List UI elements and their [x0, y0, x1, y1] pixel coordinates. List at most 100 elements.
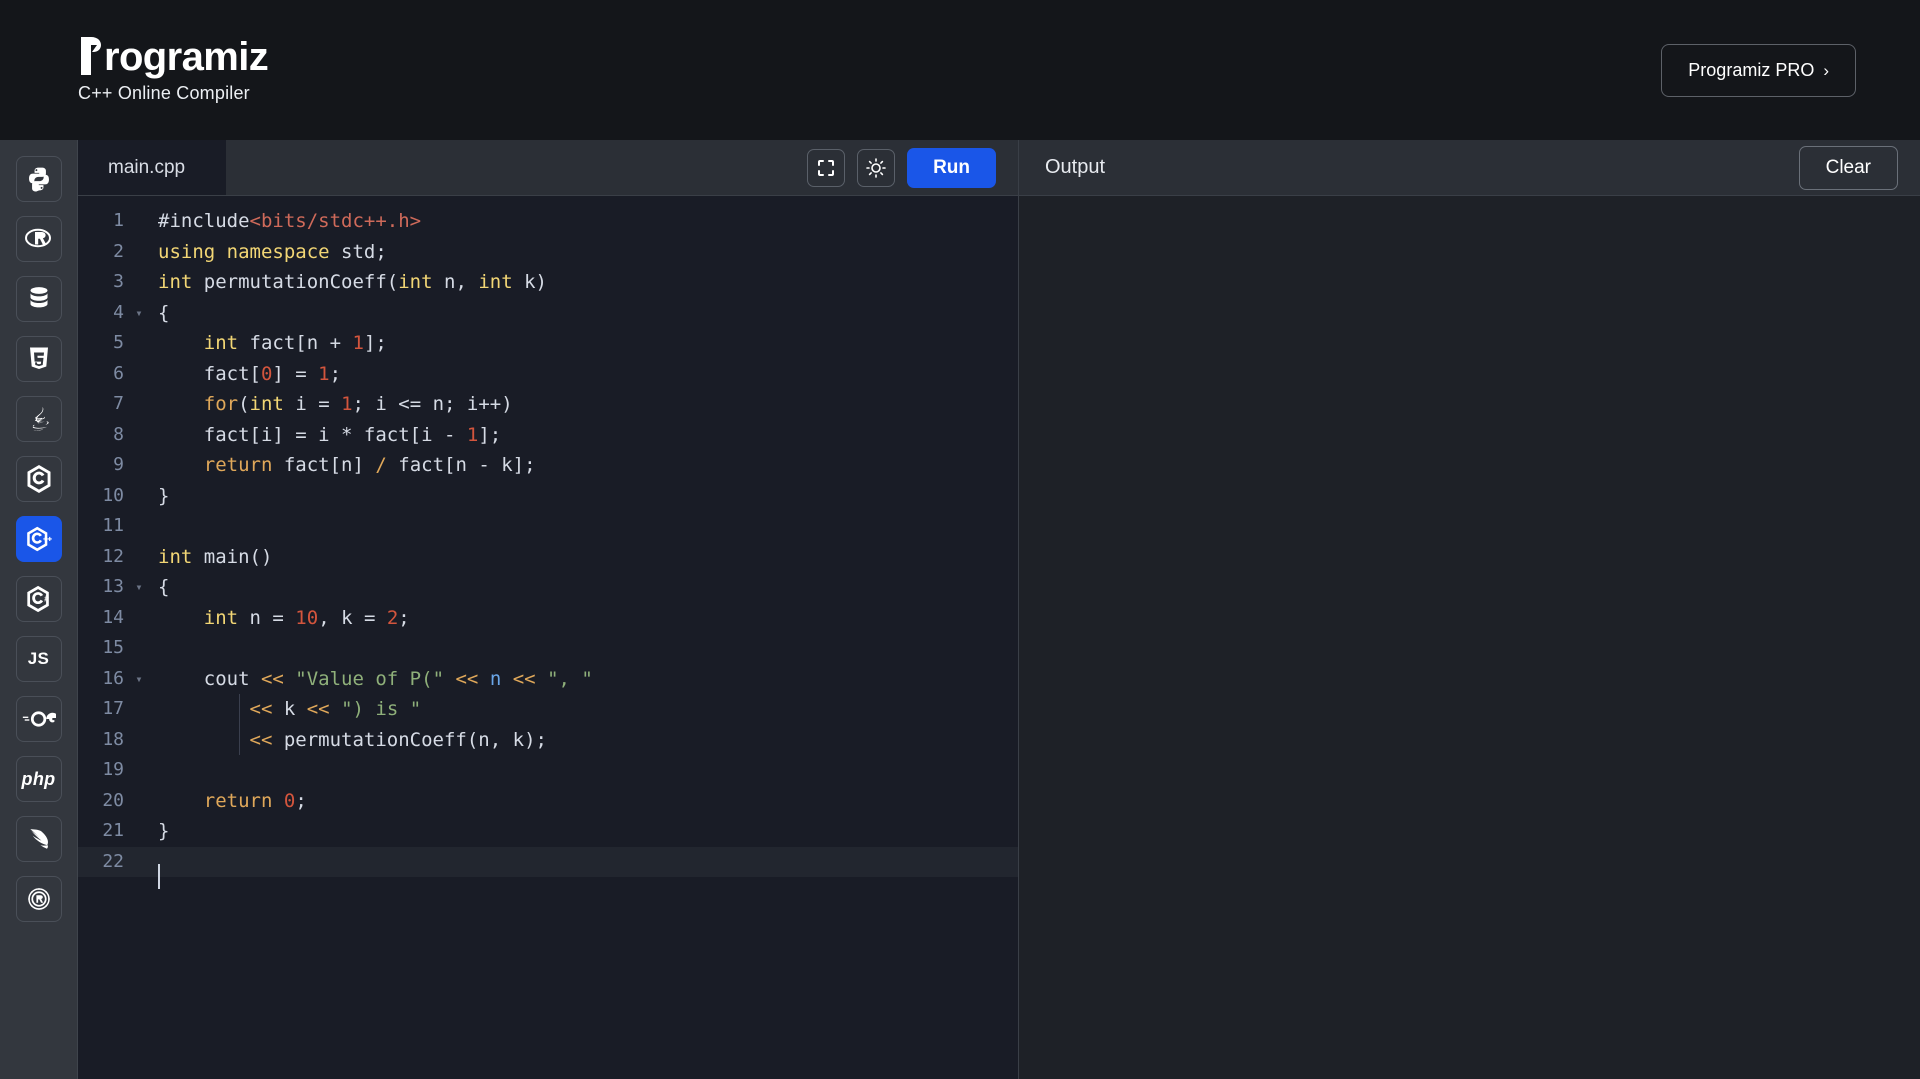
sidebar-item-javascript[interactable]: JS [15, 636, 62, 682]
line-number: 11 [102, 515, 124, 536]
code-line[interactable]: 4 ▾ { [78, 298, 1018, 329]
go-icon [22, 709, 56, 729]
sidebar-item-swift[interactable] [15, 816, 62, 862]
fold-toggle-icon[interactable]: ▾ [130, 572, 148, 603]
code-line[interactable]: 22 [78, 846, 1018, 889]
sidebar-item-r[interactable] [15, 216, 62, 262]
output-pane: Output Clear [1018, 140, 1920, 1079]
sidebar-item-label: JS [27, 649, 50, 668]
code-text: { [158, 301, 170, 324]
line-number: 20 [102, 789, 124, 811]
sidebar-item-php[interactable]: php [15, 756, 62, 802]
chevron-right-icon: › [1823, 60, 1829, 80]
html5-icon [27, 346, 51, 372]
fold-toggle-icon[interactable]: ▾ [130, 298, 148, 329]
line-number: 10 [102, 484, 124, 506]
code-text: int fact[n + 1]; [203, 332, 387, 354]
code-line[interactable]: 10} [78, 481, 1018, 512]
code-text: for(int i = 1; i <= n; i++) [203, 393, 513, 415]
programiz-p-logo-icon [78, 36, 104, 77]
code-line[interactable]: 21} [78, 816, 1018, 847]
programiz-pro-button[interactable]: Programiz PRO › [1661, 43, 1856, 97]
output-console[interactable] [1019, 196, 1920, 1079]
code-line[interactable]: 3 int permutationCoeff(int n, int k) [78, 267, 1018, 298]
sidebar-item-sql[interactable] [15, 276, 62, 322]
line-number: 21 [102, 820, 124, 841]
sidebar-item-csharp[interactable]: # [15, 576, 62, 622]
clear-button[interactable]: Clear [1798, 145, 1898, 190]
line-number: 18 [102, 728, 124, 750]
line-number: 9 [113, 454, 124, 475]
line-number: 5 [113, 332, 124, 353]
code-line[interactable]: 16 ▾ cout << "Value of P(" << n << ", " [78, 664, 1018, 695]
line-number: 13 [102, 576, 124, 597]
rust-icon [26, 886, 52, 912]
sidebar-item-c[interactable] [15, 456, 62, 502]
language-sidebar[interactable]: # JS php [0, 140, 78, 1079]
python-icon [26, 166, 52, 192]
database-icon [27, 286, 51, 312]
indent-guide [239, 694, 240, 755]
code-line[interactable]: 18 << permutationCoeff(n, k); [78, 725, 1018, 756]
code-line[interactable]: 20 return 0; [78, 786, 1018, 817]
line-number: 22 [102, 850, 124, 872]
sidebar-item-java[interactable] [15, 396, 62, 442]
code-text: { [158, 576, 170, 598]
code-line[interactable]: 7 for(int i = 1; i <= n; i++) [78, 389, 1018, 420]
code-line[interactable]: 17 << k << ") is " [78, 694, 1018, 725]
svg-text:#: # [44, 593, 49, 603]
line-number: 8 [113, 423, 124, 445]
output-title: Output [1045, 156, 1106, 178]
sun-icon[interactable] [857, 148, 896, 187]
code-text: } [158, 820, 170, 842]
code-text: cout << "Value of P(" << n << ", " [158, 667, 593, 690]
java-icon [26, 405, 52, 433]
editor-scrollbar[interactable] [1004, 140, 1018, 1079]
sidebar-item-python[interactable] [15, 156, 62, 202]
code-line[interactable]: 1 #include<bits/stdc++.h> [78, 206, 1018, 237]
sidebar-item-cpp[interactable] [15, 516, 62, 562]
code-text: return 0; [203, 789, 307, 812]
editor-toolbar: main.cpp Run [78, 140, 1018, 196]
fold-toggle-icon[interactable]: ▾ [130, 664, 148, 695]
tab-main-cpp[interactable]: main.cpp [78, 140, 226, 195]
line-number: 6 [113, 362, 124, 384]
code-text: int n = 10, k = 2; [203, 606, 410, 629]
logo[interactable]: rogramiz [78, 34, 269, 79]
code-text: } [158, 484, 170, 507]
code-text: return fact[n] / fact[n - k]; [203, 454, 536, 476]
top-bar: rogramiz C++ Online Compiler Programiz P… [0, 0, 1920, 140]
code-line[interactable]: 14 int n = 10, k = 2; [78, 603, 1018, 634]
code-line[interactable]: 9 return fact[n] / fact[n - k]; [78, 450, 1018, 481]
logo-text: rogramiz [104, 34, 269, 79]
brand-block: rogramiz C++ Online Compiler [78, 34, 269, 104]
fullscreen-icon[interactable] [807, 148, 846, 187]
code-text: << permutationCoeff(n, k); [249, 728, 547, 751]
sidebar-item-html[interactable] [15, 336, 62, 382]
code-line[interactable]: 11 [78, 511, 1018, 542]
sidebar-item-rust[interactable] [15, 876, 62, 922]
sidebar-item-go[interactable] [15, 696, 62, 742]
code-line[interactable]: 15 [78, 633, 1018, 664]
code-line[interactable]: 5 int fact[n + 1]; [78, 328, 1018, 359]
code-line[interactable]: 6 fact[0] = 1; [78, 359, 1018, 390]
code-line[interactable]: 19 [78, 755, 1018, 786]
code-line[interactable]: 2 using namespace std; [78, 237, 1018, 268]
code-line[interactable]: 8 fact[i] = i * fact[i - 1]; [78, 420, 1018, 451]
tab-label: main.cpp [108, 156, 186, 178]
pro-button-label: Programiz PRO [1688, 59, 1815, 80]
code-line[interactable]: 12 int main() [78, 542, 1018, 573]
code-text: int main() [158, 545, 273, 568]
code-text: fact[i] = i * fact[i - 1]; [158, 423, 502, 446]
line-number: 16 [102, 667, 124, 689]
code-editor[interactable]: 1 #include<bits/stdc++.h> 2 using namespace… [78, 196, 1018, 1079]
code-line[interactable]: 13 ▾ { [78, 572, 1018, 603]
line-number: 17 [102, 698, 124, 719]
run-button[interactable]: Run [907, 147, 996, 188]
code-text: using namespace std; [158, 240, 387, 263]
line-number: 19 [102, 759, 124, 780]
sidebar-item-label: php [21, 768, 56, 789]
csharp-icon: # [25, 584, 53, 614]
line-number: 7 [113, 393, 124, 414]
